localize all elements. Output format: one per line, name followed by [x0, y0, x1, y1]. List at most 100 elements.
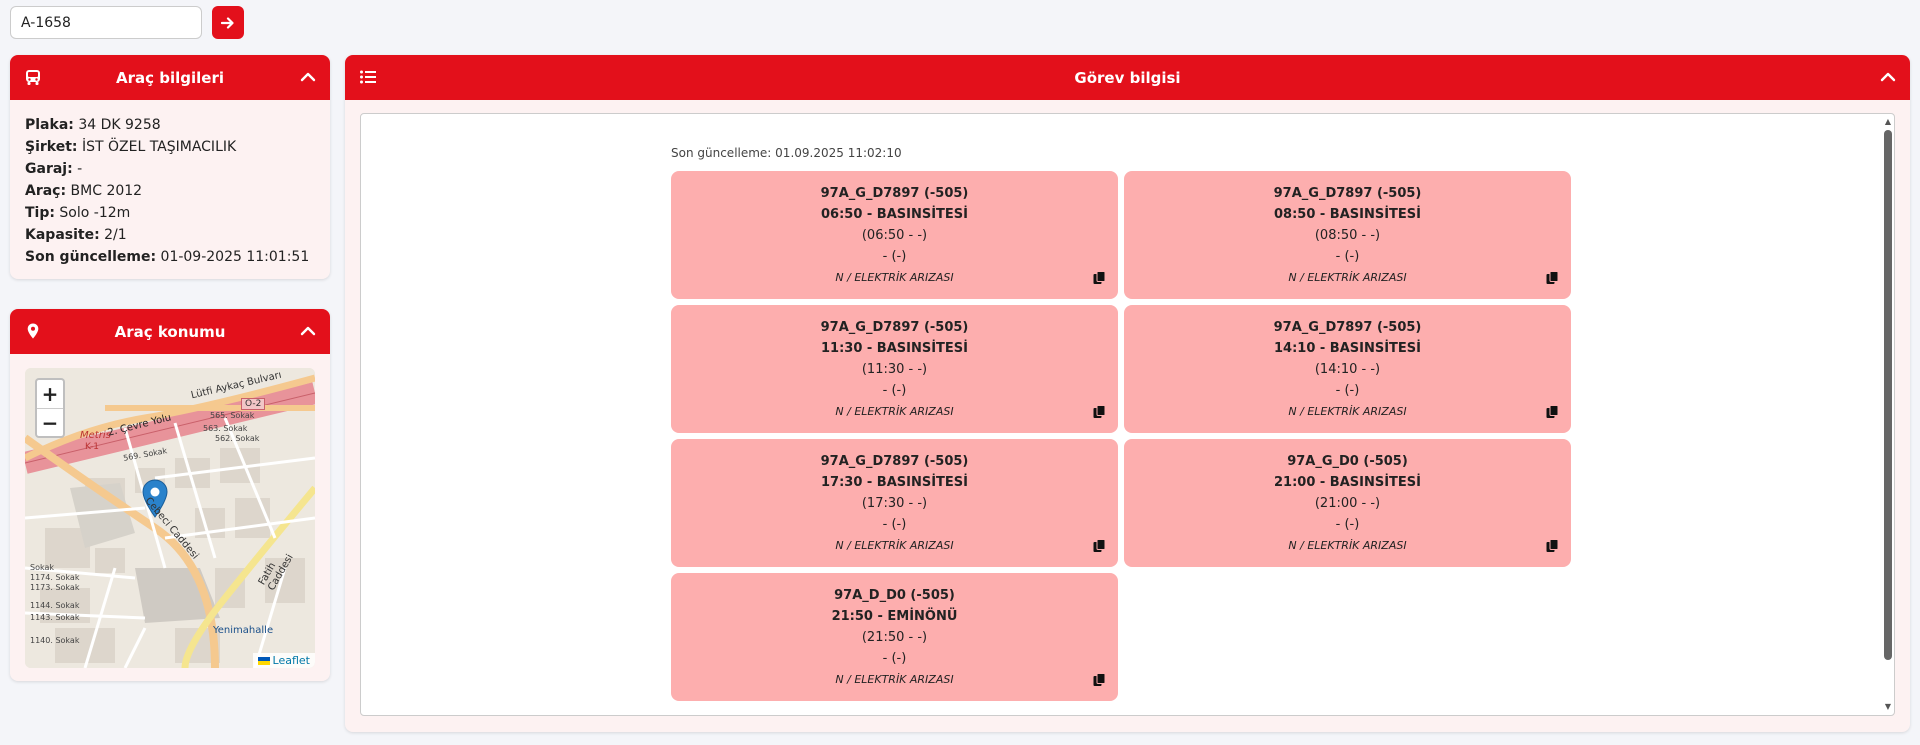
- task-card[interactable]: 97A_G_D7897 (-505) 14:10 - BASINSİTESİ (…: [1124, 305, 1571, 433]
- vehicle-search-input[interactable]: [10, 6, 202, 39]
- task-last-update: Son güncelleme: 01.09.2025 11:02:10: [671, 146, 902, 160]
- task-code: 97A_G_D7897 (-505): [1273, 186, 1422, 201]
- task-time-destination: 21:50 - EMİNÖNÜ: [831, 609, 958, 624]
- zoom-out-button[interactable]: −: [37, 408, 63, 436]
- copy-icon[interactable]: [1093, 271, 1106, 285]
- task-status: N / ELEKTRİK ARIZASI: [835, 539, 954, 552]
- task-status: N / ELEKTRİK ARIZASI: [835, 405, 954, 418]
- task-info-title: Görev bilgisi: [1074, 68, 1181, 87]
- scroll-down-arrow-icon[interactable]: ▼: [1884, 703, 1892, 711]
- search-submit-button[interactable]: [212, 6, 244, 39]
- task-code: 97A_G_D7897 (-505): [1273, 320, 1422, 335]
- vehicle-map[interactable]: Lütfi Aykaç Bulvarı O-2 2. Çevre Yolu Me…: [25, 368, 315, 668]
- vehicle-location-header[interactable]: Araç konumu: [10, 309, 330, 354]
- task-time-range: (17:30 - -): [861, 496, 928, 511]
- map-label: 1144. Sokak: [30, 601, 80, 610]
- ukraine-flag-icon: [257, 656, 270, 665]
- map-label: K-1: [85, 442, 99, 452]
- info-row-capacity: Kapasite: 2/1: [25, 227, 127, 243]
- vehicle-location-title: Araç konumu: [114, 322, 226, 341]
- map-zoom-control: + −: [35, 378, 65, 438]
- info-row-type: Tip: Solo -12m: [25, 205, 131, 221]
- copy-icon[interactable]: [1546, 271, 1559, 285]
- task-time-range: (21:50 - -): [861, 630, 928, 645]
- task-extra: - (-): [1335, 249, 1360, 264]
- task-info-panel: Görev bilgisi Son güncelleme: 01.09.2025…: [345, 55, 1910, 732]
- task-time-destination: 11:30 - BASINSİTESİ: [820, 341, 969, 356]
- info-row-plate: Plaka: 34 DK 9258: [25, 117, 161, 133]
- map-label: Yenimahalle: [213, 625, 274, 636]
- leaflet-link[interactable]: Leaflet: [273, 654, 310, 667]
- map-label: 565. Sokak: [210, 411, 255, 420]
- list-icon: [360, 70, 376, 84]
- chevron-up-icon[interactable]: [300, 323, 316, 339]
- task-time-range: (21:00 - -): [1314, 496, 1381, 511]
- copy-icon[interactable]: [1546, 539, 1559, 553]
- arrow-right-icon: [221, 16, 234, 29]
- task-time-range: (06:50 - -): [861, 228, 928, 243]
- task-code: 97A_D_D0 (-505): [834, 588, 955, 603]
- task-card[interactable]: 97A_G_D7897 (-505) 08:50 - BASINSİTESİ (…: [1124, 171, 1571, 299]
- task-time-destination: 17:30 - BASINSİTESİ: [820, 475, 969, 490]
- map-label: 1173. Sokak: [30, 583, 80, 592]
- vehicle-info-header[interactable]: Araç bilgileri: [10, 55, 330, 100]
- task-time-range: (08:50 - -): [1314, 228, 1381, 243]
- chevron-up-icon[interactable]: [300, 69, 316, 85]
- map-pin-icon: [27, 323, 39, 339]
- task-extra: - (-): [882, 517, 907, 532]
- info-row-vehicle: Araç: BMC 2012: [25, 183, 143, 199]
- task-info-header[interactable]: Görev bilgisi: [345, 55, 1910, 100]
- copy-icon[interactable]: [1093, 673, 1106, 687]
- task-status: N / ELEKTRİK ARIZASI: [835, 673, 954, 686]
- map-label: 562. Sokak: [215, 434, 260, 443]
- task-time-destination: 06:50 - BASINSİTESİ: [820, 207, 969, 222]
- task-time-destination: 08:50 - BASINSİTESİ: [1273, 207, 1422, 222]
- map-attribution[interactable]: Leaflet: [252, 653, 315, 668]
- task-scroll-area[interactable]: Son güncelleme: 01.09.2025 11:02:10 97A_…: [360, 113, 1895, 716]
- zoom-in-button[interactable]: +: [37, 380, 63, 408]
- task-code: 97A_G_D0 (-505): [1287, 454, 1408, 469]
- task-time-range: (11:30 - -): [861, 362, 928, 377]
- bus-icon: [26, 70, 40, 85]
- copy-icon[interactable]: [1093, 405, 1106, 419]
- map-label: Metris: [80, 430, 111, 441]
- task-status: N / ELEKTRİK ARIZASI: [1288, 271, 1407, 284]
- task-code: 97A_G_D7897 (-505): [820, 320, 969, 335]
- task-extra: - (-): [1335, 383, 1360, 398]
- scroll-up-arrow-icon[interactable]: ▲: [1884, 118, 1892, 126]
- task-extra: - (-): [882, 383, 907, 398]
- vehicle-info-panel: Araç bilgileri Plaka: 34 DK 9258 Şirket:…: [10, 55, 330, 279]
- info-row-last-update: Son güncelleme: 01-09-2025 11:01:51: [25, 249, 310, 265]
- task-status: N / ELEKTRİK ARIZASI: [835, 271, 954, 284]
- map-label: Sokak: [30, 563, 54, 572]
- task-status: N / ELEKTRİK ARIZASI: [1288, 405, 1407, 418]
- map-label: 1140. Sokak: [30, 636, 80, 645]
- vehicle-info-title: Araç bilgileri: [116, 68, 224, 87]
- task-time-range: (14:10 - -): [1314, 362, 1381, 377]
- map-label: 1174. Sokak: [30, 573, 80, 582]
- copy-icon[interactable]: [1093, 539, 1106, 553]
- task-code: 97A_G_D7897 (-505): [820, 186, 969, 201]
- map-label: 563. Sokak: [203, 424, 248, 433]
- search-row: [10, 6, 244, 39]
- task-extra: - (-): [882, 249, 907, 264]
- map-label: 1143. Sokak: [30, 613, 80, 622]
- task-code: 97A_G_D7897 (-505): [820, 454, 969, 469]
- info-row-company: Şirket: İST ÖZEL TAŞIMACILIK: [25, 139, 237, 155]
- task-card[interactable]: 97A_G_D0 (-505) 21:00 - BASINSİTESİ (21:…: [1124, 439, 1571, 567]
- copy-icon[interactable]: [1546, 405, 1559, 419]
- map-label: O-2: [241, 398, 266, 410]
- task-card[interactable]: 97A_G_D7897 (-505) 06:50 - BASINSİTESİ (…: [671, 171, 1118, 299]
- task-time-destination: 21:00 - BASINSİTESİ: [1273, 475, 1422, 490]
- chevron-up-icon[interactable]: [1880, 69, 1896, 85]
- task-card[interactable]: 97A_G_D7897 (-505) 17:30 - BASINSİTESİ (…: [671, 439, 1118, 567]
- task-status: N / ELEKTRİK ARIZASI: [1288, 539, 1407, 552]
- task-card-grid: 97A_G_D7897 (-505) 06:50 - BASINSİTESİ (…: [671, 171, 1571, 701]
- task-card[interactable]: 97A_G_D7897 (-505) 11:30 - BASINSİTESİ (…: [671, 305, 1118, 433]
- task-scrollbar[interactable]: ▲ ▼: [1884, 118, 1892, 711]
- task-card[interactable]: 97A_D_D0 (-505) 21:50 - EMİNÖNÜ (21:50 -…: [671, 573, 1118, 701]
- vehicle-info-list: Plaka: 34 DK 9258 Şirket: İST ÖZEL TAŞIM…: [10, 100, 330, 279]
- task-extra: - (-): [882, 651, 907, 666]
- task-extra: - (-): [1335, 517, 1360, 532]
- scroll-thumb[interactable]: [1884, 130, 1892, 660]
